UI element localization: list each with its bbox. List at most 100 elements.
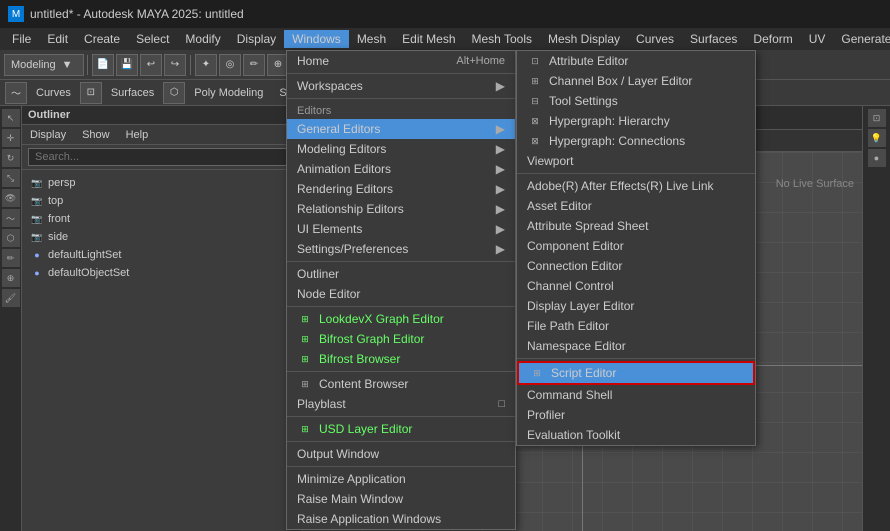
- content-browser-label: Content Browser: [319, 377, 408, 391]
- menu-raise-app[interactable]: Raise Application Windows: [287, 509, 515, 529]
- menu-command-shell[interactable]: Command Shell: [517, 385, 755, 405]
- rp-icon-3[interactable]: ●: [868, 149, 886, 167]
- menu-modeling-editors[interactable]: Modeling Editors ▶: [287, 139, 515, 159]
- menu-playblast[interactable]: Playblast □: [287, 394, 515, 414]
- tool-move[interactable]: ✛: [2, 129, 20, 147]
- menu-file[interactable]: File: [4, 30, 39, 48]
- menu-display-layer-editor[interactable]: Display Layer Editor: [517, 296, 755, 316]
- menu-windows[interactable]: Windows: [284, 30, 349, 48]
- list-item[interactable]: 📷 side: [22, 228, 301, 246]
- menu-display[interactable]: Display: [229, 30, 284, 48]
- menu-bifrost-graph[interactable]: ⊞ Bifrost Graph Editor: [287, 329, 515, 349]
- toolbar-new[interactable]: 📄: [92, 54, 114, 76]
- tool-sculpt[interactable]: ✏: [2, 249, 20, 267]
- menu-uv[interactable]: UV: [801, 30, 834, 48]
- toolbar-undo[interactable]: ↩: [140, 54, 162, 76]
- menu-usd-layer-editor[interactable]: ⊞ USD Layer Editor: [287, 419, 515, 439]
- menu-mesh-tools[interactable]: Mesh Tools: [464, 30, 540, 48]
- menu-relationship-editors[interactable]: Relationship Editors ▶: [287, 199, 515, 219]
- menu-asset-editor[interactable]: Asset Editor: [517, 196, 755, 216]
- tool-paint[interactable]: 🖌: [2, 289, 20, 307]
- menu-bifrost-browser[interactable]: ⊞ Bifrost Browser: [287, 349, 515, 369]
- toolbar-separator-1: [87, 55, 88, 75]
- tool-rotate[interactable]: ↻: [2, 149, 20, 167]
- menu-viewport[interactable]: Viewport: [517, 151, 755, 171]
- menu-animation-editors[interactable]: Animation Editors ▶: [287, 159, 515, 179]
- shelf-surfaces[interactable]: ⊡: [80, 82, 102, 104]
- tool-scale[interactable]: ⤡: [2, 169, 20, 187]
- tool-show[interactable]: 👁: [2, 189, 20, 207]
- rp-icon-1[interactable]: ⊡: [868, 109, 886, 127]
- toolbar-select[interactable]: ✦: [195, 54, 217, 76]
- menu-edit[interactable]: Edit: [39, 30, 76, 48]
- menu-lookdevx[interactable]: ⊞ LookdevX Graph Editor: [287, 309, 515, 329]
- menu-channel-control[interactable]: Channel Control: [517, 276, 755, 296]
- menu-surfaces[interactable]: Surfaces: [682, 30, 745, 48]
- menu-home[interactable]: Home Alt+Home: [287, 51, 515, 71]
- menu-content-browser[interactable]: ⊞ Content Browser: [287, 374, 515, 394]
- menu-attribute-spread-sheet[interactable]: Attribute Spread Sheet: [517, 216, 755, 236]
- menu-connection-editor[interactable]: Connection Editor: [517, 256, 755, 276]
- menu-settings-preferences[interactable]: Settings/Preferences ▶: [287, 239, 515, 259]
- menu-profiler[interactable]: Profiler: [517, 405, 755, 425]
- mode-dropdown[interactable]: Modeling ▼: [4, 54, 84, 76]
- menu-modify[interactable]: Modify: [177, 30, 228, 48]
- script-editor-icon: ⊞: [529, 366, 545, 380]
- menu-hypergraph-hierarchy[interactable]: ⊠ Hypergraph: Hierarchy: [517, 111, 755, 131]
- toolbar-paint[interactable]: ✏: [243, 54, 265, 76]
- menu-script-editor[interactable]: ⊞ Script Editor: [517, 361, 755, 385]
- menu-mesh-display[interactable]: Mesh Display: [540, 30, 628, 48]
- animation-editors-label: Animation Editors: [297, 162, 391, 176]
- menu-output-window[interactable]: Output Window: [287, 444, 515, 464]
- menu-hypergraph-connections[interactable]: ⊠ Hypergraph: Connections: [517, 131, 755, 151]
- menu-general-editors[interactable]: General Editors ▶: [287, 119, 515, 139]
- menu-select[interactable]: Select: [128, 30, 177, 48]
- list-item[interactable]: 📷 front: [22, 210, 301, 228]
- menu-channel-box[interactable]: ⊞ Channel Box / Layer Editor: [517, 71, 755, 91]
- menu-curves[interactable]: Curves: [628, 30, 682, 48]
- toolbar-save[interactable]: 💾: [116, 54, 138, 76]
- menu-workspaces[interactable]: Workspaces ▶: [287, 76, 515, 96]
- shelf-polymodel[interactable]: ⬡: [163, 82, 185, 104]
- menu-outliner[interactable]: Outliner: [287, 264, 515, 284]
- tool-snap[interactable]: ⊕: [2, 269, 20, 287]
- menu-node-editor[interactable]: Node Editor: [287, 284, 515, 304]
- menu-edit-mesh[interactable]: Edit Mesh: [394, 30, 463, 48]
- list-item[interactable]: 📷 persp: [22, 174, 301, 192]
- outliner-search[interactable]: [22, 145, 301, 170]
- menu-tool-settings[interactable]: ⊟ Tool Settings: [517, 91, 755, 111]
- list-item[interactable]: 📷 top: [22, 192, 301, 210]
- outliner-display-menu[interactable]: Display: [22, 127, 74, 143]
- menu-create[interactable]: Create: [76, 30, 128, 48]
- rp-icon-2[interactable]: 💡: [868, 129, 886, 147]
- arrow-icon: ▶: [496, 122, 505, 136]
- tool-poly[interactable]: ⬡: [2, 229, 20, 247]
- menu-mesh[interactable]: Mesh: [349, 30, 394, 48]
- menu-generate[interactable]: Generate: [833, 30, 890, 48]
- menu-minimize[interactable]: Minimize Application: [287, 469, 515, 489]
- outliner-help-menu[interactable]: Help: [118, 127, 157, 143]
- menu-raise-main[interactable]: Raise Main Window: [287, 489, 515, 509]
- toolbar-redo[interactable]: ↪: [164, 54, 186, 76]
- arrow-icon: ▶: [496, 202, 505, 216]
- menu-namespace-editor[interactable]: Namespace Editor: [517, 336, 755, 356]
- list-item[interactable]: ● defaultLightSet: [22, 246, 301, 264]
- outliner-show-menu[interactable]: Show: [74, 127, 118, 143]
- toolbar-lasso[interactable]: ◎: [219, 54, 241, 76]
- tool-select[interactable]: ↖: [2, 109, 20, 127]
- windows-dropdown-menu[interactable]: Home Alt+Home Workspaces ▶ Editors Gener…: [286, 50, 516, 530]
- search-input[interactable]: [28, 148, 295, 166]
- tool-curve[interactable]: 〜: [2, 209, 20, 227]
- shelf-curves[interactable]: 〜: [5, 82, 27, 104]
- menu-attribute-editor[interactable]: ⊡ Attribute Editor: [517, 51, 755, 71]
- menu-ui-elements[interactable]: UI Elements ▶: [287, 219, 515, 239]
- menu-component-editor[interactable]: Component Editor: [517, 236, 755, 256]
- list-item[interactable]: ● defaultObjectSet: [22, 264, 301, 282]
- outliner-menu: Display Show Help: [22, 125, 301, 145]
- menu-evaluation-toolkit[interactable]: Evaluation Toolkit: [517, 425, 755, 445]
- menu-file-path-editor[interactable]: File Path Editor: [517, 316, 755, 336]
- general-editors-submenu[interactable]: ⊡ Attribute Editor ⊞ Channel Box / Layer…: [516, 50, 756, 446]
- menu-deform[interactable]: Deform: [745, 30, 800, 48]
- menu-after-effects[interactable]: Adobe(R) After Effects(R) Live Link: [517, 176, 755, 196]
- menu-rendering-editors[interactable]: Rendering Editors ▶: [287, 179, 515, 199]
